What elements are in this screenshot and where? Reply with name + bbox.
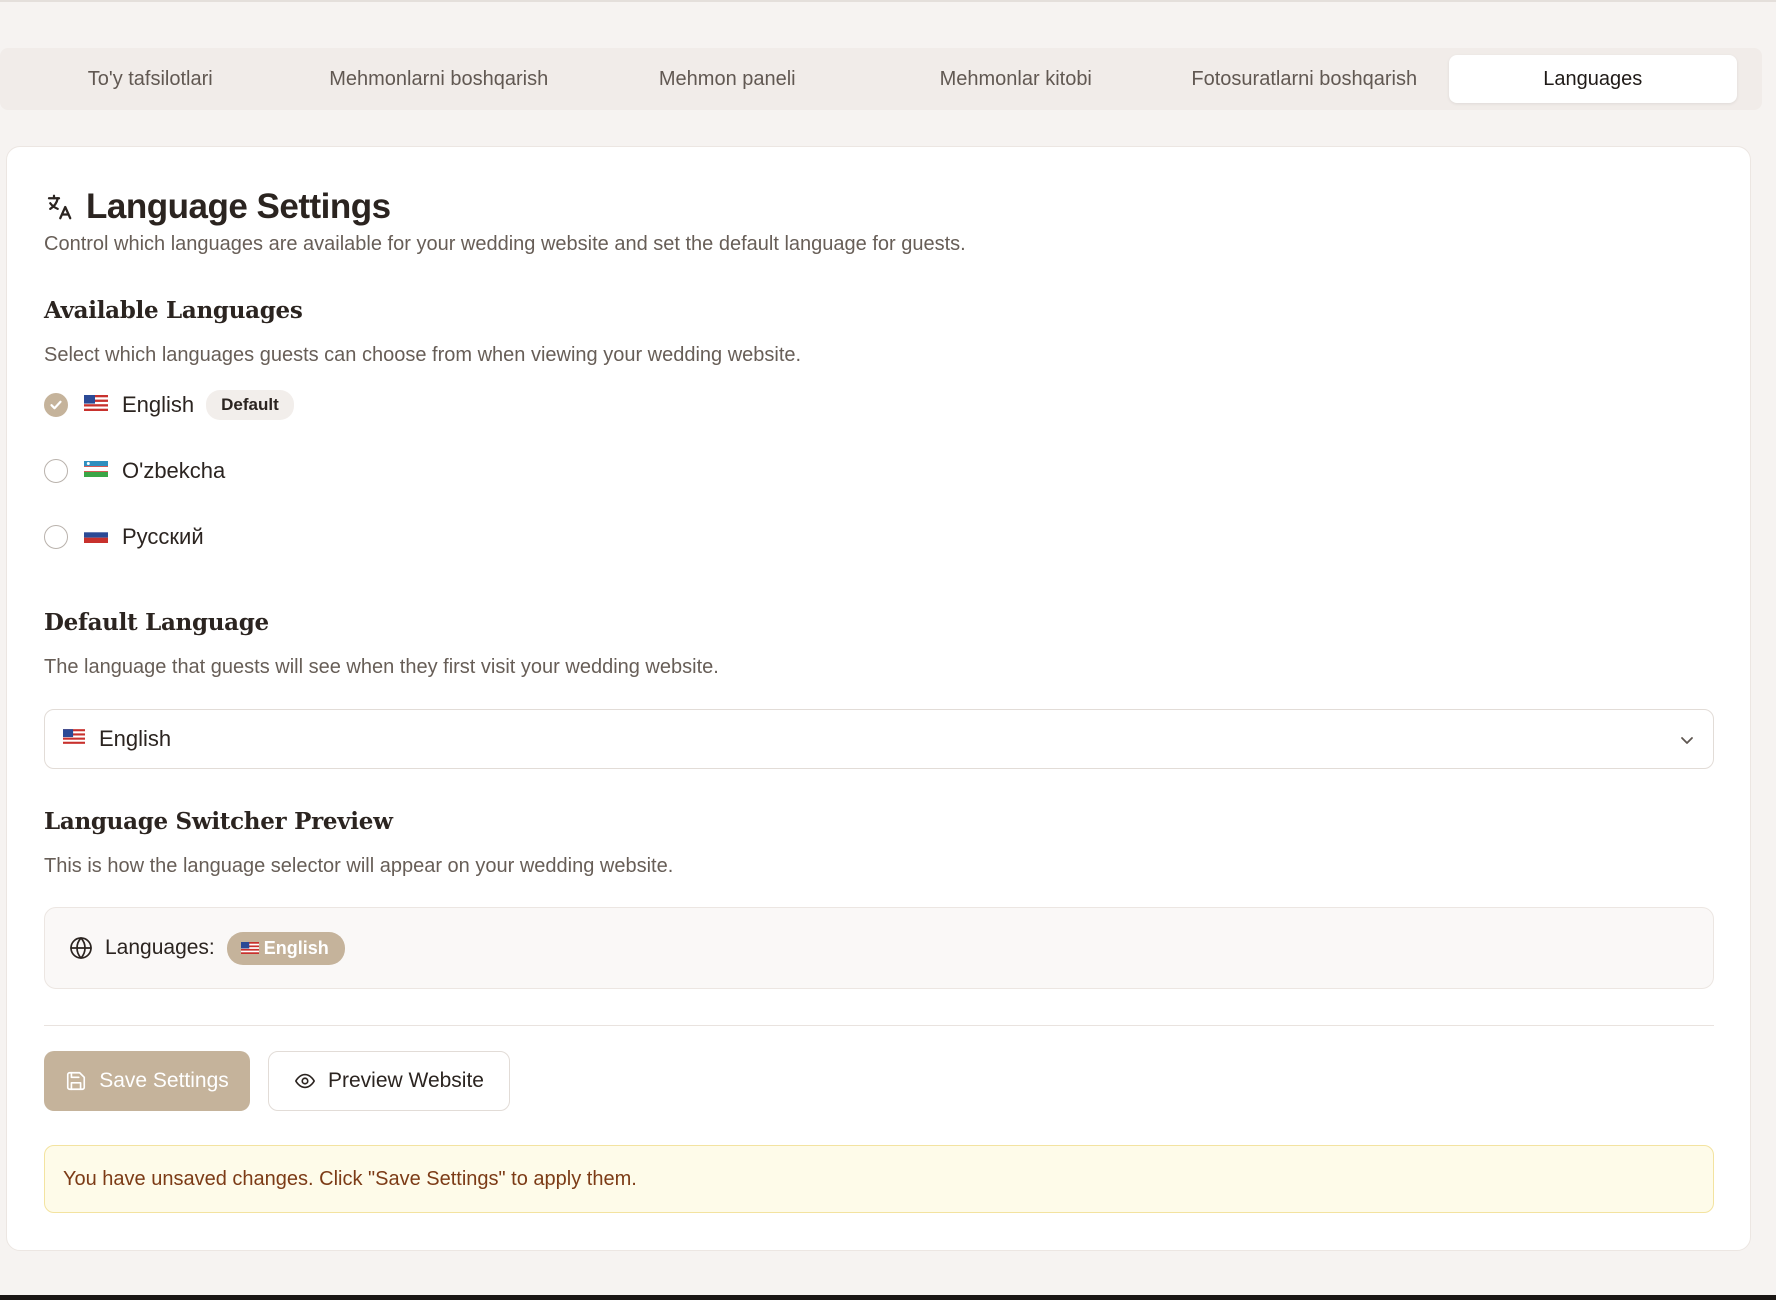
checked-radio[interactable]: [44, 393, 68, 417]
tab-languages[interactable]: Languages: [1448, 55, 1737, 103]
save-settings-label: Save Settings: [99, 1069, 229, 1092]
language-settings-card: Language Settings Control which language…: [6, 146, 1751, 1251]
unsaved-changes-text: You have unsaved changes. Click "Save Se…: [63, 1167, 637, 1190]
selected-language: English: [99, 726, 172, 751]
preview-website-button[interactable]: Preview Website: [268, 1051, 510, 1111]
tab-guest-panel[interactable]: Mehmon paneli: [583, 55, 872, 103]
save-icon: [67, 1071, 86, 1091]
globe-icon: [70, 937, 92, 959]
page-subtitle: Control which languages are available fo…: [44, 233, 966, 255]
unchecked-radio[interactable]: [44, 459, 68, 483]
us-flag-icon: [84, 394, 108, 416]
top-border: [0, 0, 1776, 2]
default-badge: Default: [206, 390, 294, 420]
preview-website-label: Preview Website: [327, 1069, 484, 1092]
chevron-down-icon: [1681, 737, 1693, 744]
language-label: Русский: [122, 524, 204, 549]
available-languages-heading: Available Languages: [44, 297, 303, 324]
bottom-border: [0, 1295, 1776, 1300]
tab-guest-management[interactable]: Mehmonlarni boshqarish: [295, 55, 584, 103]
tab-wedding-details[interactable]: To'y tafsilotlari: [6, 55, 295, 103]
save-settings-button[interactable]: Save Settings: [44, 1051, 250, 1111]
us-flag-icon: [240, 942, 259, 954]
tab-guestbook[interactable]: Mehmonlar kitobi: [872, 55, 1161, 103]
ru-flag-icon: [84, 526, 108, 548]
switcher-preview-heading: Language Switcher Preview: [44, 808, 393, 835]
eye-icon: [294, 1073, 315, 1089]
default-language-heading: Default Language: [44, 609, 269, 636]
language-pill-label: English: [263, 937, 329, 958]
check-icon: [50, 400, 62, 410]
unchecked-radio[interactable]: [44, 525, 68, 549]
default-language-description: The language that guests will see when t…: [44, 656, 719, 678]
available-languages-description: Select which languages guests can choose…: [44, 344, 802, 366]
language-option-english[interactable]: English Default: [44, 387, 294, 423]
language-pill[interactable]: English: [226, 931, 345, 965]
switcher-preview-description: This is how the language selector will a…: [44, 855, 674, 877]
tab-bar: To'y tafsilotlari Mehmonlarni boshqarish…: [0, 48, 1762, 110]
switcher-label: Languages:: [105, 936, 215, 959]
language-switcher-preview: Languages: English: [44, 907, 1714, 989]
default-language-select[interactable]: English: [44, 709, 1714, 769]
translate-icon: [47, 194, 72, 220]
tab-photo-management[interactable]: Fotosuratlarni boshqarish: [1160, 55, 1449, 103]
us-flag-icon: [63, 729, 85, 749]
unsaved-changes-notice: You have unsaved changes. Click "Save Se…: [44, 1145, 1714, 1213]
language-label: English: [122, 392, 195, 417]
divider: [44, 1025, 1714, 1026]
language-option-uzbek[interactable]: O'zbekcha: [44, 453, 225, 489]
page-header: Language Settings: [44, 185, 391, 229]
language-option-russian[interactable]: Русский: [44, 519, 204, 555]
page-title: Language Settings: [86, 187, 391, 226]
language-label: O'zbekcha: [122, 458, 226, 483]
uz-flag-icon: [84, 460, 108, 482]
